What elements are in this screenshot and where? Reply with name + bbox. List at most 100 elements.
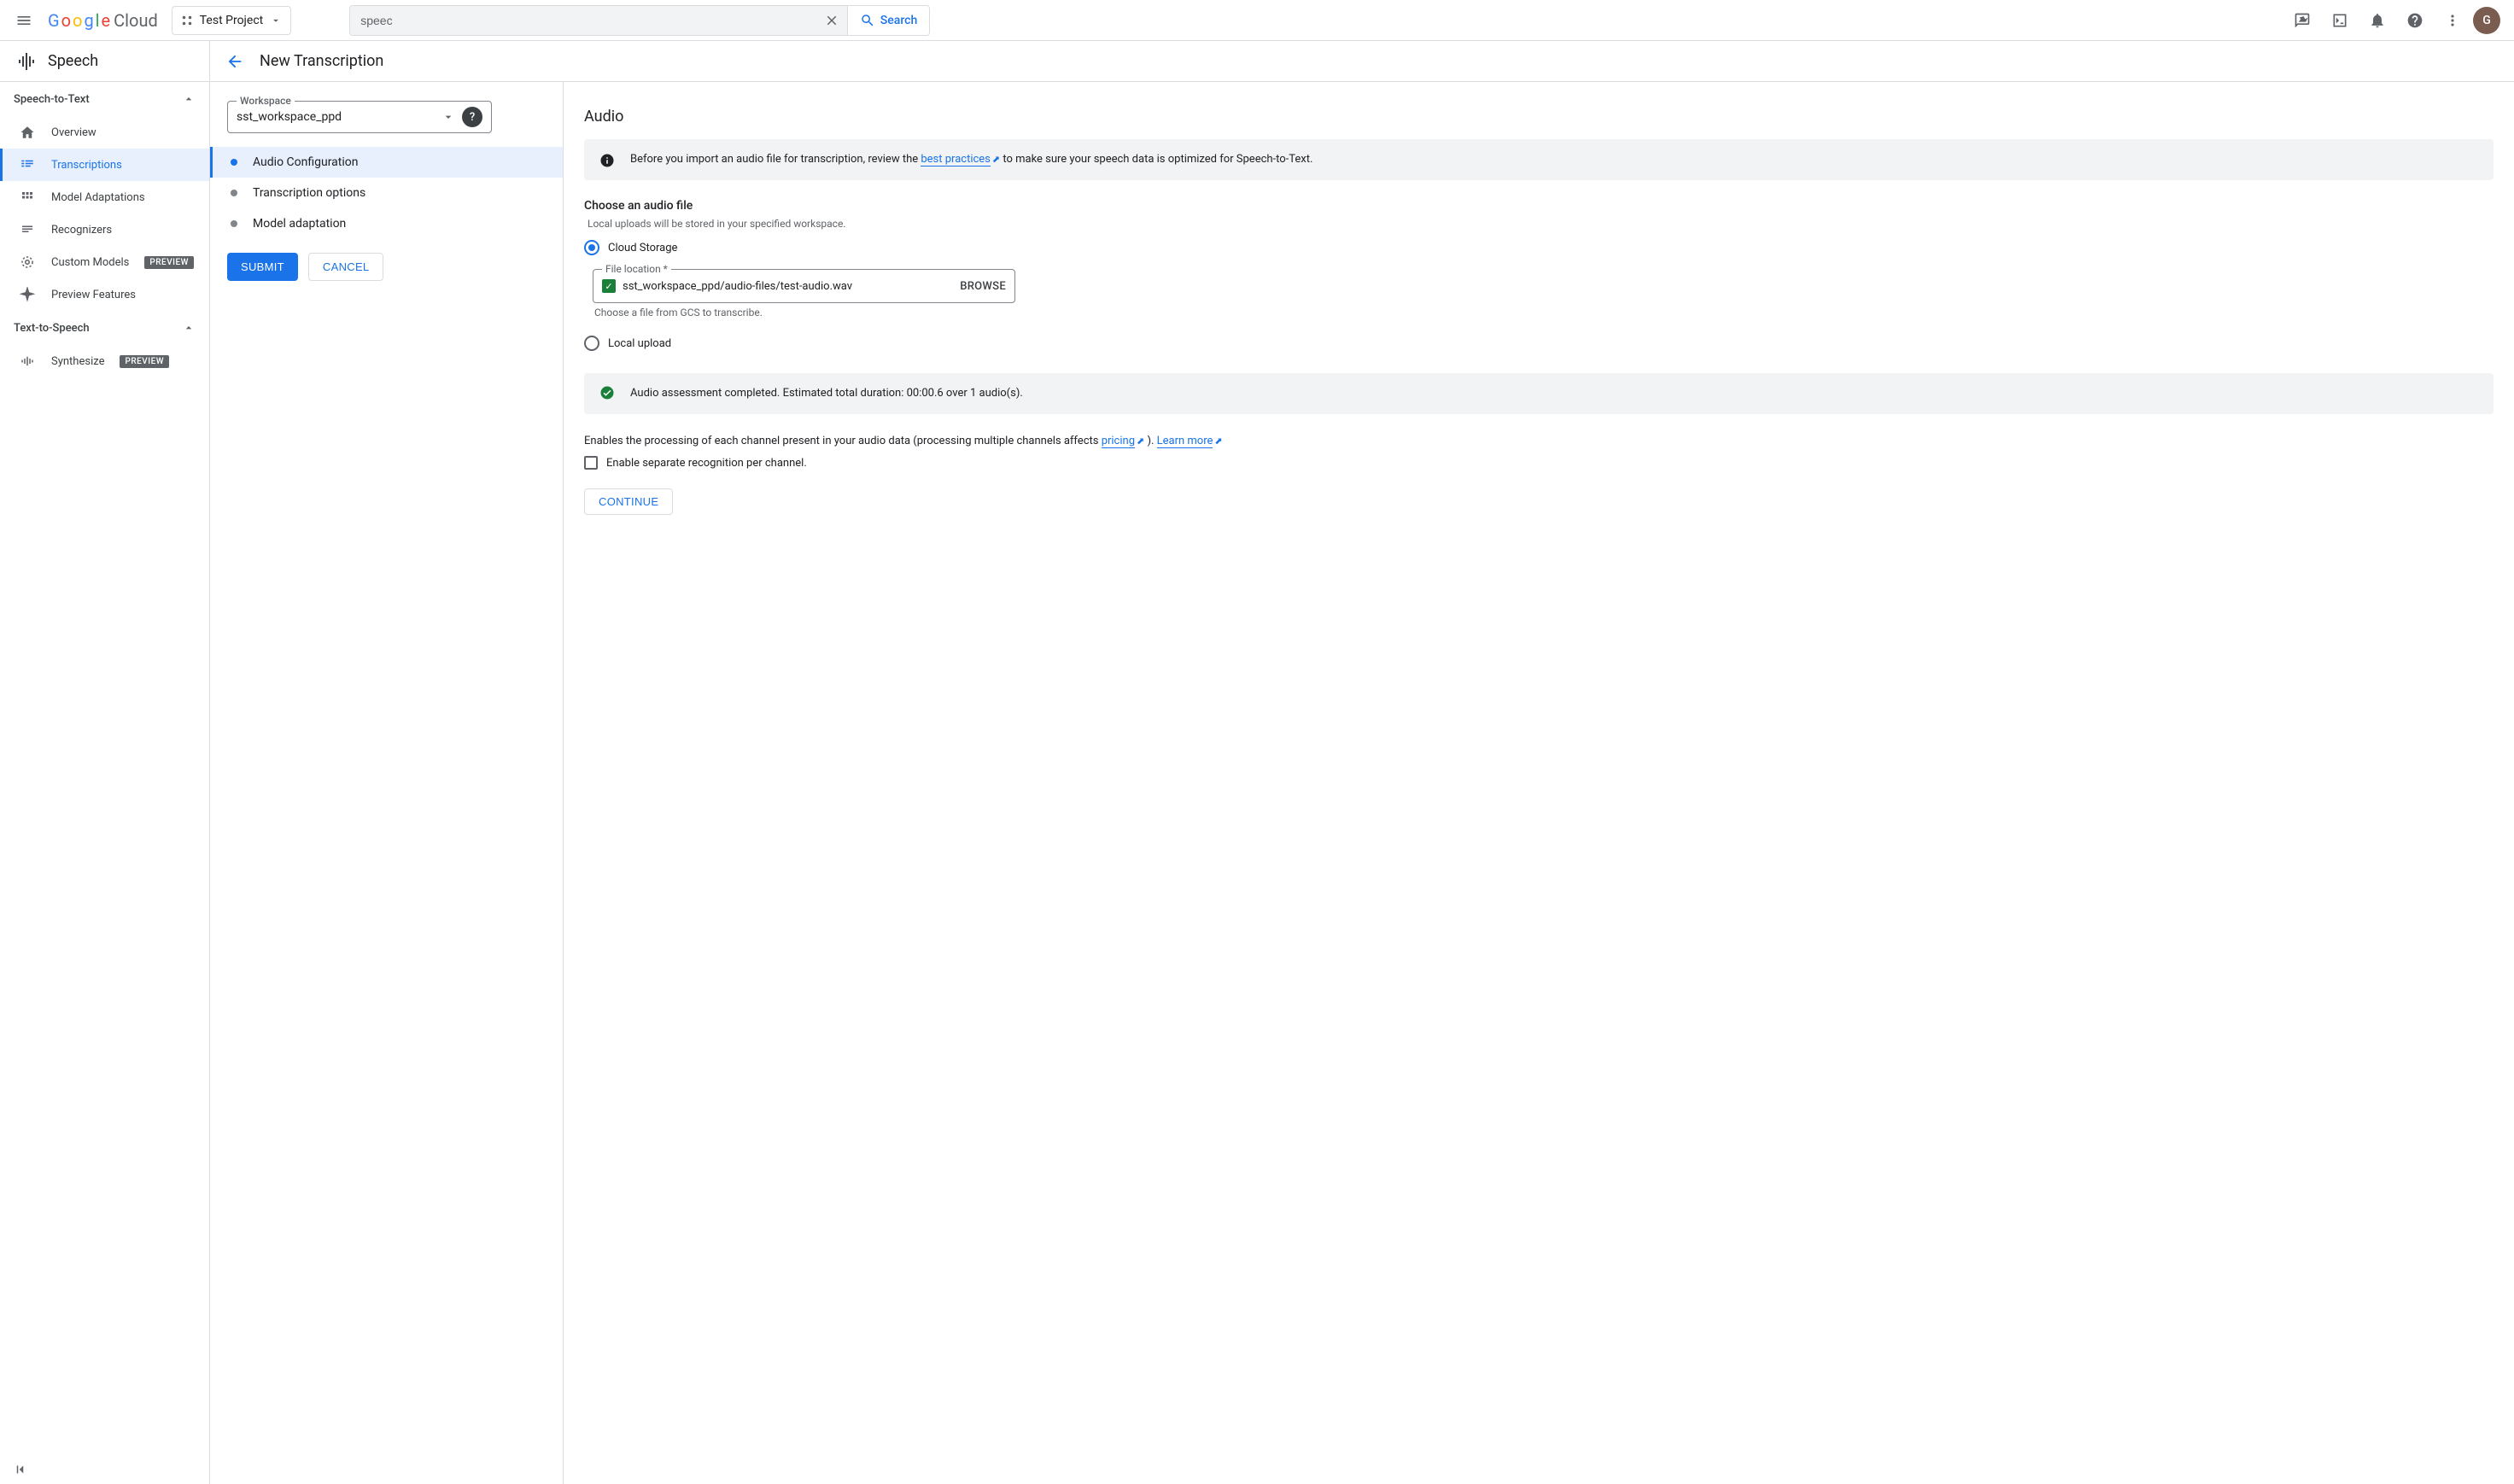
home-icon — [20, 125, 35, 140]
close-icon — [824, 13, 839, 28]
chevron-down-icon — [270, 15, 282, 26]
checkbox-label: Enable separate recognition per channel. — [606, 457, 807, 470]
section-heading: Audio — [584, 108, 2494, 126]
checkbox-icon[interactable] — [584, 456, 598, 470]
preview-icon — [20, 287, 35, 302]
sidebar-item-label: Recognizers — [51, 224, 112, 237]
sidebar-item-label: Model Adaptations — [51, 191, 145, 204]
terminal-icon — [2331, 12, 2348, 29]
step-audio-config[interactable]: Audio Configuration — [210, 147, 563, 178]
logo-suffix: Cloud — [114, 10, 158, 31]
chevron-up-icon — [182, 92, 196, 106]
hamburger-icon — [15, 12, 32, 29]
step-transcription-options[interactable]: Transcription options — [210, 178, 563, 208]
help-button[interactable] — [2398, 3, 2432, 38]
continue-button[interactable]: CONTINUE — [584, 488, 673, 515]
radio-cloud-storage[interactable]: Cloud Storage — [584, 237, 2494, 259]
step-label: Transcription options — [253, 186, 365, 200]
file-helper-text: Choose a file from GCS to transcribe. — [594, 307, 2494, 318]
file-location-field: File location * ✓ sst_workspace_ppd/audi… — [593, 269, 1015, 303]
choose-audio-hint: Local uploads will be stored in your spe… — [584, 218, 2494, 230]
sidebar-item-preview-features[interactable]: Preview Features — [0, 278, 209, 311]
workspace-help-button[interactable]: ? — [462, 107, 482, 127]
chat-icon — [2294, 12, 2311, 29]
project-picker[interactable]: Test Project — [172, 6, 291, 35]
search-input[interactable] — [350, 6, 817, 35]
external-link-icon: ⬈ — [992, 154, 1000, 165]
step-label: Audio Configuration — [253, 155, 358, 169]
sidebar-section-stt[interactable]: Speech-to-Text — [0, 82, 209, 116]
choose-audio-heading: Choose an audio file — [584, 199, 2494, 213]
step-dot-icon — [231, 159, 237, 166]
info-banner: Before you import an audio file for tran… — [584, 139, 2494, 180]
bell-icon — [2369, 12, 2386, 29]
top-right-actions: G — [2285, 3, 2507, 38]
search-icon — [860, 13, 875, 28]
workspace-value: sst_workspace_ppd — [237, 110, 342, 124]
chevron-left-icon — [14, 1462, 29, 1477]
radio-label: Cloud Storage — [608, 242, 677, 254]
back-button[interactable] — [225, 52, 244, 71]
transcription-icon — [20, 157, 35, 172]
learn-more-link[interactable]: Learn more — [1157, 435, 1213, 448]
project-name: Test Project — [200, 14, 263, 27]
chevron-up-icon — [182, 321, 196, 335]
submit-button[interactable]: SUBMIT — [227, 253, 298, 281]
top-navigation-bar: Google Cloud Test Project Search G — [0, 0, 2514, 41]
more-options-button[interactable] — [2435, 3, 2470, 38]
separate-channel-checkbox-row[interactable]: Enable separate recognition per channel. — [584, 456, 2494, 470]
sidebar-item-label: Custom Models — [51, 256, 129, 269]
info-text: to make sure your speech data is optimiz… — [1000, 153, 1313, 166]
file-location-value: sst_workspace_ppd/audio-files/test-audio… — [623, 280, 852, 293]
external-link-icon: ⬈ — [1137, 435, 1144, 447]
best-practices-link[interactable]: best practices — [921, 153, 991, 167]
info-icon — [599, 153, 615, 168]
sidebar-item-label: Preview Features — [51, 289, 136, 301]
step-dot-icon — [231, 190, 237, 196]
hamburger-menu-button[interactable] — [7, 3, 41, 38]
external-link-icon: ⬈ — [1214, 435, 1222, 447]
file-field-label: File location * — [602, 263, 671, 275]
sidebar-item-recognizers[interactable]: Recognizers — [0, 213, 209, 246]
radio-icon — [584, 240, 599, 255]
more-vert-icon — [2444, 12, 2461, 29]
sidebar-section-tts[interactable]: Text-to-Speech — [0, 311, 209, 345]
notifications-button[interactable] — [2360, 3, 2394, 38]
search-button-label: Search — [880, 14, 917, 27]
search-clear-button[interactable] — [817, 6, 848, 35]
sidebar-item-custom-models[interactable]: Custom Models PREVIEW — [0, 246, 209, 278]
recognizer-icon — [20, 222, 35, 237]
step-model-adaptation[interactable]: Model adaptation — [210, 208, 563, 239]
sidebar-item-model-adaptations[interactable]: Model Adaptations — [0, 181, 209, 213]
search-bar: Search — [349, 5, 930, 36]
pricing-link[interactable]: pricing — [1102, 435, 1135, 448]
step-dot-icon — [231, 220, 237, 227]
page-title: New Transcription — [260, 52, 383, 70]
assessment-banner: Audio assessment completed. Estimated to… — [584, 373, 2494, 414]
sidebar-item-transcriptions[interactable]: Transcriptions — [0, 149, 209, 181]
google-cloud-logo[interactable]: Google Cloud — [48, 10, 158, 31]
channel-description: Enables the processing of each channel p… — [584, 433, 2494, 450]
left-sidebar: Speech Speech-to-Text Overview Transcrip… — [0, 41, 210, 1484]
success-icon — [599, 385, 615, 400]
radio-label: Local upload — [608, 337, 671, 350]
arrow-back-icon — [225, 52, 244, 71]
workspace-select[interactable]: Workspace sst_workspace_ppd ? — [227, 101, 492, 133]
ai-chat-button[interactable] — [2285, 3, 2319, 38]
radio-local-upload[interactable]: Local upload — [584, 332, 2494, 354]
cloud-shell-button[interactable] — [2323, 3, 2357, 38]
help-icon — [2406, 12, 2423, 29]
custom-model-icon — [20, 254, 35, 270]
sidebar-item-label: Overview — [51, 126, 96, 139]
sidebar-item-overview[interactable]: Overview — [0, 116, 209, 149]
sidebar-item-label: Synthesize — [51, 355, 104, 368]
synthesize-icon — [20, 353, 35, 369]
cancel-button[interactable]: CANCEL — [308, 253, 384, 281]
search-button[interactable]: Search — [848, 6, 929, 35]
project-icon — [181, 15, 193, 26]
browse-button[interactable]: BROWSE — [960, 280, 1006, 293]
user-avatar[interactable]: G — [2473, 7, 2500, 34]
collapse-sidebar-button[interactable] — [14, 1462, 29, 1477]
sidebar-item-synthesize[interactable]: Synthesize PREVIEW — [0, 345, 209, 377]
chevron-down-icon — [441, 110, 455, 124]
